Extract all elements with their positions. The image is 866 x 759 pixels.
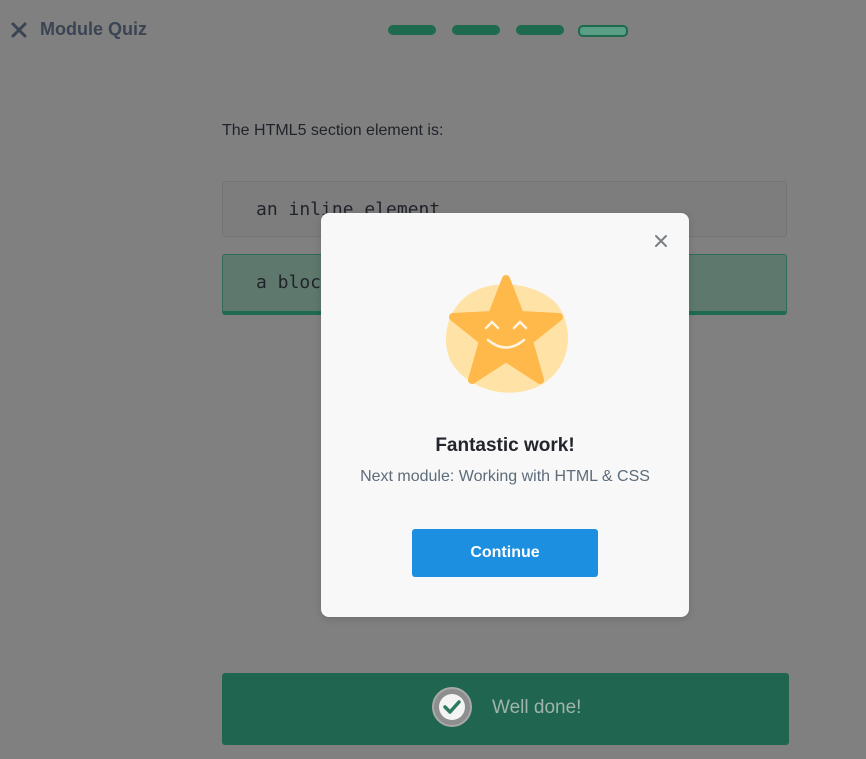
- progress-segment-current: [578, 25, 628, 37]
- progress-segment: [452, 25, 500, 35]
- modal-title: Fantastic work!: [435, 435, 575, 456]
- smiling-star-icon: [445, 275, 568, 393]
- progress-segment: [516, 25, 564, 35]
- success-modal: Fantastic work! Next module: Working wit…: [321, 213, 689, 617]
- close-icon[interactable]: [9, 20, 29, 40]
- result-label: Well done!: [492, 697, 582, 718]
- check-icon: [432, 687, 472, 727]
- result-bar[interactable]: Well done!: [222, 673, 789, 745]
- quiz-header: Module Quiz: [0, 0, 866, 62]
- question-text: The HTML5 section element is:: [222, 122, 444, 139]
- modal-subtitle: Next module: Working with HTML & CSS: [360, 468, 650, 485]
- close-icon[interactable]: [653, 233, 669, 249]
- page-title: Module Quiz: [40, 19, 147, 39]
- continue-button[interactable]: Continue: [412, 529, 598, 577]
- progress-segment: [388, 25, 436, 35]
